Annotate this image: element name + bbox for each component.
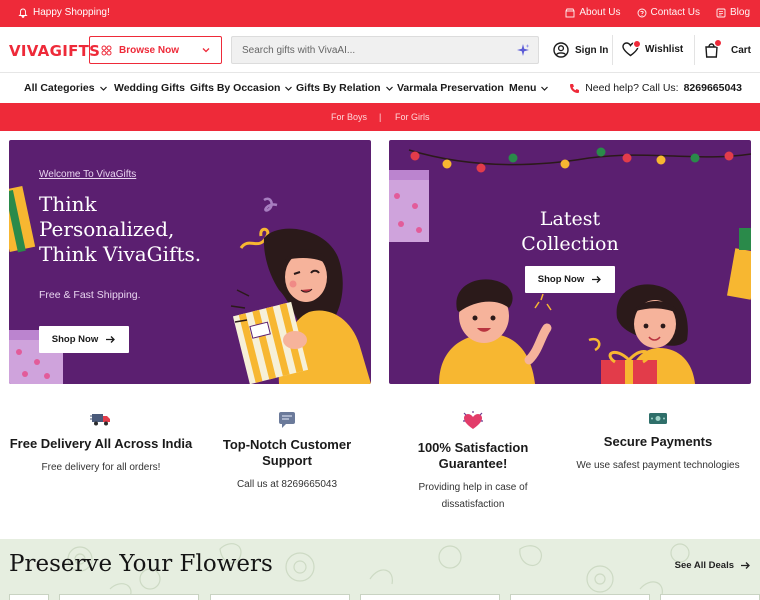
- chat-support-icon: [279, 412, 295, 428]
- chevron-down-icon: [385, 86, 393, 91]
- product-card[interactable]: [210, 594, 350, 600]
- arrow-right-icon: [741, 562, 750, 569]
- collection-illustration: [389, 147, 751, 384]
- see-all-deals-link[interactable]: See All Deals: [675, 560, 751, 571]
- shop-now-button[interactable]: Shop Now: [39, 326, 129, 353]
- nav-wedding-gifts[interactable]: Wedding Gifts: [114, 82, 185, 94]
- feature-desc: We use safest payment technologies: [576, 460, 740, 471]
- search-bar: [231, 36, 539, 64]
- cart-button[interactable]: Cart: [704, 39, 752, 58]
- user-icon: [553, 42, 569, 58]
- shop-now-button[interactable]: Shop Now: [525, 266, 615, 293]
- product-card[interactable]: [360, 594, 500, 600]
- hero-subtext: Free & Fast Shipping.: [39, 289, 141, 301]
- product-cards-peek: [0, 594, 760, 600]
- shop-now-label: Shop Now: [51, 334, 99, 345]
- blog-icon: [716, 8, 726, 17]
- site-logo[interactable]: VIVAGIFTS: [9, 42, 100, 60]
- greeting-text: Happy Shopping!: [33, 7, 110, 18]
- wishlist-label: Wishlist: [645, 44, 684, 55]
- about-us-label: About Us: [579, 7, 621, 18]
- wishlist-badge: [633, 40, 641, 48]
- phone-icon: [570, 83, 580, 93]
- welcome-link[interactable]: Welcome To VivaGifts: [39, 169, 136, 180]
- wishlist-button[interactable]: Wishlist: [622, 40, 684, 57]
- help-phone-number: 8269665043: [683, 82, 742, 94]
- nav-label: Varmala Preservation: [397, 82, 504, 94]
- bell-icon: [18, 8, 28, 18]
- feature-desc: Providing help in case of dissatisfactio…: [418, 482, 528, 510]
- feature-customer-support: Top-Notch Customer Support Call us at 82…: [192, 410, 382, 493]
- contact-us-link[interactable]: Contact Us: [637, 7, 700, 18]
- help-phone[interactable]: Need help? Call Us: 8269665043: [569, 82, 742, 94]
- browse-now-button[interactable]: Browse Now: [89, 36, 222, 64]
- cart-badge: [714, 39, 722, 47]
- nav-label: All Categories: [24, 82, 95, 94]
- help-circle-icon: [637, 8, 646, 17]
- feature-desc: Call us at 8269665043: [236, 479, 338, 490]
- product-card[interactable]: [9, 594, 49, 600]
- preserve-flowers-section: Preserve Your Flowers See All Deals: [0, 539, 760, 600]
- nav-gifts-by-occasion[interactable]: Gifts By Occasion: [190, 82, 293, 94]
- chevron-down-icon: [99, 86, 107, 91]
- header-divider: [612, 35, 613, 65]
- cart-label: Cart: [731, 44, 752, 56]
- feature-desc: Free delivery for all orders!: [41, 462, 161, 473]
- help-prefix: Need help? Call Us:: [585, 82, 679, 94]
- blog-label: Blog: [729, 7, 750, 18]
- feature-free-delivery: Free Delivery All Across India Free deli…: [6, 410, 196, 476]
- heart-satisfaction-icon: [463, 411, 483, 429]
- hero-headline: Think Personalized, Think VivaGifts.: [39, 192, 202, 266]
- feature-title: Free Delivery All Across India: [9, 436, 193, 451]
- search-input[interactable]: [232, 37, 502, 63]
- nav-label: Menu: [509, 82, 537, 94]
- store-icon: [565, 8, 575, 17]
- collection-title: Latest Collection: [521, 208, 619, 255]
- for-girls-link[interactable]: For Girls: [395, 112, 430, 122]
- product-card[interactable]: [510, 594, 650, 600]
- nav-menu[interactable]: Menu: [509, 82, 549, 94]
- hero-banner-latest-collection[interactable]: Latest Collection Shop Now: [389, 140, 751, 384]
- section-title: Preserve Your Flowers: [9, 551, 273, 577]
- chevron-down-icon: [285, 86, 293, 91]
- sign-in-label: Sign In: [575, 44, 609, 56]
- see-all-label: See All Deals: [674, 560, 734, 571]
- nav-label: Wedding Gifts: [114, 82, 185, 94]
- hero-banner-personalized[interactable]: Welcome To VivaGifts Think Personalized,…: [9, 140, 371, 384]
- ai-sparkle-icon[interactable]: [516, 43, 530, 57]
- main-nav: All Categories Wedding Gifts Gifts By Oc…: [0, 74, 760, 103]
- blog-link[interactable]: Blog: [716, 7, 750, 18]
- feature-title: Top-Notch Customer Support: [222, 437, 352, 468]
- strip-separator: |: [379, 112, 382, 122]
- browse-now-label: Browse Now: [119, 44, 180, 56]
- contact-us-label: Contact Us: [650, 7, 700, 18]
- feature-title: Secure Payments: [603, 434, 713, 449]
- header-divider: [694, 35, 695, 65]
- nav-varmala-preservation[interactable]: Varmala Preservation: [397, 82, 504, 94]
- nav-gifts-by-relation[interactable]: Gifts By Relation: [296, 82, 394, 94]
- feature-satisfaction: 100% Satisfaction Guarantee! Providing h…: [378, 410, 568, 513]
- nav-label: Gifts By Relation: [296, 82, 381, 94]
- product-card[interactable]: [660, 594, 760, 600]
- nav-label: Gifts By Occasion: [190, 82, 281, 94]
- sign-in-button[interactable]: Sign In: [553, 42, 608, 58]
- delivery-truck-icon: [90, 414, 110, 426]
- product-card[interactable]: [59, 594, 199, 600]
- top-bar: Happy Shopping! About Us Contact Us Blog: [0, 0, 760, 27]
- header: VIVAGIFTS Browse Now Sign In Wishlist Ca…: [0, 27, 760, 73]
- feature-secure-payments: Secure Payments We use safest payment te…: [563, 410, 753, 474]
- secure-payment-icon: [649, 413, 667, 424]
- for-boys-link[interactable]: For Boys: [331, 112, 367, 122]
- arrow-right-icon: [106, 336, 116, 343]
- about-us-link[interactable]: About Us: [565, 7, 621, 18]
- arrow-right-icon: [592, 276, 602, 283]
- chevron-down-icon: [541, 86, 549, 91]
- nav-all-categories[interactable]: All Categories: [24, 82, 108, 94]
- sub-category-strip: For Boys | For Girls: [0, 103, 760, 131]
- greeting: Happy Shopping!: [18, 7, 110, 18]
- feature-title: 100% Satisfaction Guarantee!: [417, 440, 529, 471]
- shop-now-label: Shop Now: [537, 274, 585, 285]
- chevron-down-icon: [202, 48, 210, 53]
- grid-icon: [101, 45, 112, 55]
